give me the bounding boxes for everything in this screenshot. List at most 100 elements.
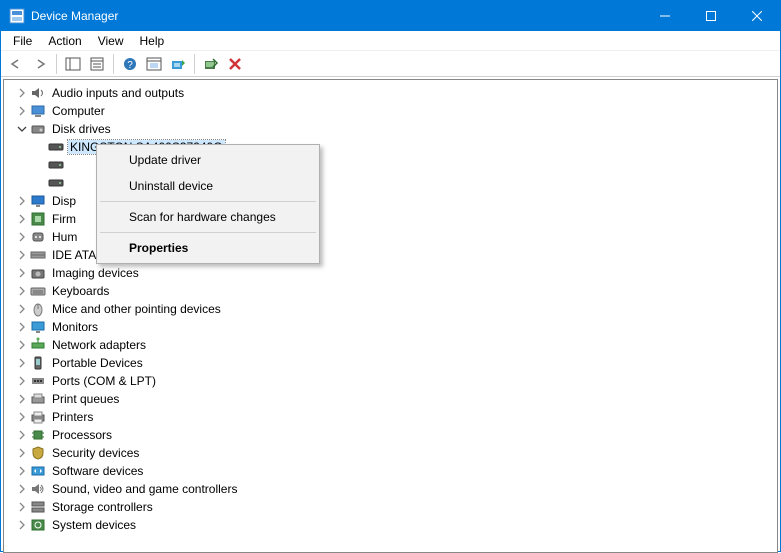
chevron-right-icon[interactable] <box>16 465 28 477</box>
maximize-button[interactable] <box>688 1 734 31</box>
chevron-right-icon[interactable] <box>16 411 28 423</box>
mouse-icon <box>30 301 46 317</box>
minimize-button[interactable] <box>642 1 688 31</box>
tree-node[interactable]: Print queues <box>16 390 777 408</box>
chevron-right-icon[interactable] <box>16 375 28 387</box>
tree-node-label: Software devices <box>50 464 145 478</box>
chevron-down-icon[interactable] <box>16 123 28 135</box>
tree-node[interactable]: Computer <box>16 102 777 120</box>
tree-node[interactable]: Ports (COM & LPT) <box>16 372 777 390</box>
toolbar-show-hide-button[interactable] <box>62 53 84 75</box>
tree-node-label: Network adapters <box>50 338 148 352</box>
security-icon <box>30 445 46 461</box>
toolbar-update-driver-button[interactable] <box>167 53 189 75</box>
ctx-separator <box>100 232 316 233</box>
tree-node-label: Security devices <box>50 446 141 460</box>
toolbar-scan-button[interactable] <box>200 53 222 75</box>
cpu-icon <box>30 427 46 443</box>
display-icon <box>30 193 46 209</box>
chevron-right-icon[interactable] <box>16 483 28 495</box>
ide-icon <box>30 247 46 263</box>
chevron-right-icon[interactable] <box>16 447 28 459</box>
context-menu: Update driver Uninstall device Scan for … <box>96 144 320 264</box>
tree-node-label: Print queues <box>50 392 121 406</box>
toolbar-properties-button[interactable] <box>86 53 108 75</box>
chevron-right-icon[interactable] <box>16 105 28 117</box>
expander-placeholder <box>34 141 46 153</box>
system-icon <box>30 517 46 533</box>
toolbar-back-button[interactable] <box>5 53 27 75</box>
toolbar-separator <box>194 54 195 74</box>
menubar: File Action View Help <box>1 31 780 51</box>
tree-node-label: Mice and other pointing devices <box>50 302 223 316</box>
tree-node[interactable]: Audio inputs and outputs <box>16 84 777 102</box>
toolbar-separator <box>113 54 114 74</box>
tree-node-label: Disp <box>50 194 78 208</box>
tree-node[interactable]: System devices <box>16 516 777 534</box>
tree-node-label: Portable Devices <box>50 356 145 370</box>
tree-node[interactable]: Printers <box>16 408 777 426</box>
tree-node-label: Printers <box>50 410 95 424</box>
ctx-separator <box>100 201 316 202</box>
ctx-scan-hardware[interactable]: Scan for hardware changes <box>99 204 317 230</box>
tree-node[interactable]: Imaging devices <box>16 264 777 282</box>
toolbar-uninstall-button[interactable] <box>224 53 246 75</box>
tree-node-label: Computer <box>50 104 107 118</box>
tree-node-label: Processors <box>50 428 114 442</box>
svg-text:?: ? <box>127 60 133 71</box>
port-icon <box>30 373 46 389</box>
tree-node[interactable]: Keyboards <box>16 282 777 300</box>
chevron-right-icon[interactable] <box>16 339 28 351</box>
tree-node-label: Monitors <box>50 320 100 334</box>
tree-node[interactable]: Security devices <box>16 444 777 462</box>
chevron-right-icon[interactable] <box>16 429 28 441</box>
sound-icon <box>30 481 46 497</box>
toolbar-action-button[interactable] <box>143 53 165 75</box>
software-icon <box>30 463 46 479</box>
chevron-right-icon[interactable] <box>16 87 28 99</box>
tree-node[interactable]: Monitors <box>16 318 777 336</box>
chevron-right-icon[interactable] <box>16 285 28 297</box>
speaker-icon <box>30 85 46 101</box>
chevron-right-icon[interactable] <box>16 195 28 207</box>
chevron-right-icon[interactable] <box>16 303 28 315</box>
printer-icon <box>30 409 46 425</box>
menu-file[interactable]: File <box>5 32 40 50</box>
tree-node[interactable]: Processors <box>16 426 777 444</box>
tree-node[interactable]: Storage controllers <box>16 498 777 516</box>
camera-icon <box>30 265 46 281</box>
tree-node-label: Sound, video and game controllers <box>50 482 239 496</box>
ctx-properties[interactable]: Properties <box>99 235 317 261</box>
chevron-right-icon[interactable] <box>16 213 28 225</box>
chevron-right-icon[interactable] <box>16 249 28 261</box>
chevron-right-icon[interactable] <box>16 393 28 405</box>
printqueue-icon <box>30 391 46 407</box>
chevron-right-icon[interactable] <box>16 501 28 513</box>
chevron-right-icon[interactable] <box>16 231 28 243</box>
tree-node[interactable]: Network adapters <box>16 336 777 354</box>
chevron-right-icon[interactable] <box>16 321 28 333</box>
toolbar-forward-button[interactable] <box>29 53 51 75</box>
chevron-right-icon[interactable] <box>16 267 28 279</box>
expander-placeholder <box>34 177 46 189</box>
toolbar-help-button[interactable]: ? <box>119 53 141 75</box>
tree-node[interactable]: Software devices <box>16 462 777 480</box>
tree-node[interactable]: Disk drives <box>16 120 777 138</box>
tree-node-label: System devices <box>50 518 138 532</box>
close-button[interactable] <box>734 1 780 31</box>
tree-node[interactable]: Sound, video and game controllers <box>16 480 777 498</box>
menu-view[interactable]: View <box>90 32 132 50</box>
tree-node-label: Keyboards <box>50 284 111 298</box>
menu-action[interactable]: Action <box>40 32 89 50</box>
menu-help[interactable]: Help <box>132 32 173 50</box>
expander-placeholder <box>34 159 46 171</box>
drive-icon <box>48 157 64 173</box>
tree-node[interactable]: Portable Devices <box>16 354 777 372</box>
chevron-right-icon[interactable] <box>16 519 28 531</box>
disk-icon <box>30 121 46 137</box>
tree-node[interactable]: Mice and other pointing devices <box>16 300 777 318</box>
chevron-right-icon[interactable] <box>16 357 28 369</box>
ctx-update-driver[interactable]: Update driver <box>99 147 317 173</box>
ctx-uninstall-device[interactable]: Uninstall device <box>99 173 317 199</box>
tree-node-label: Imaging devices <box>50 266 141 280</box>
